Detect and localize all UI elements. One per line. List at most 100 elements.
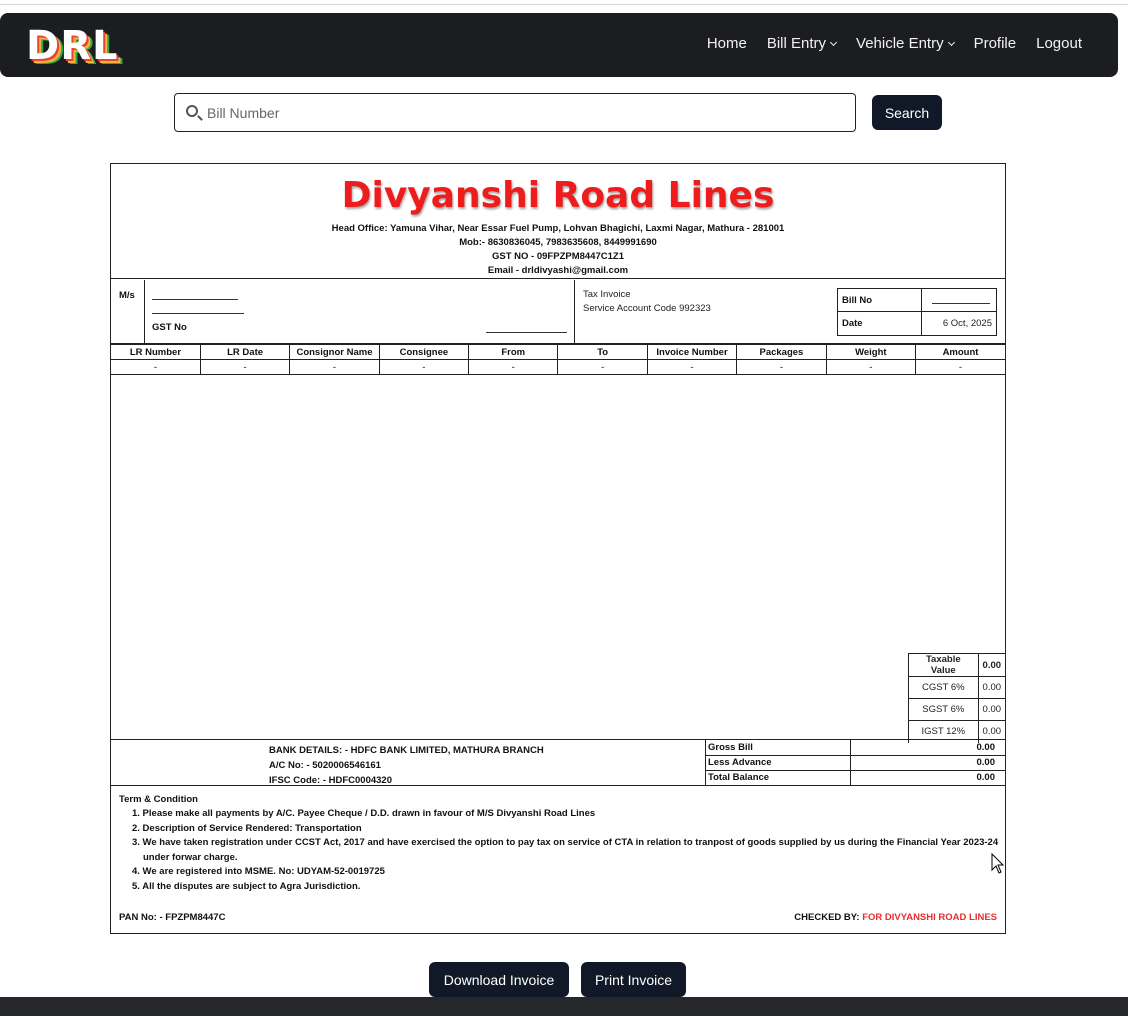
terms-title: Term & Condition bbox=[119, 794, 198, 805]
gross-bill-amount: 0.00 bbox=[849, 740, 1005, 756]
table-cell: - bbox=[736, 359, 827, 375]
bank-account-number: A/C No: - 5020006546161 bbox=[269, 760, 381, 771]
ms-column: M/s bbox=[111, 280, 145, 344]
chevron-down-icon bbox=[947, 38, 955, 47]
company-email: Email - drldivyashi@gmail.com bbox=[487, 265, 629, 276]
brand-logo[interactable]: DRL bbox=[26, 23, 119, 69]
table-cell: - bbox=[825, 359, 917, 375]
bank-details: BANK DETAILS: - HDFC BANK LIMITED, MATHU… bbox=[269, 743, 544, 788]
table-cell: - bbox=[646, 359, 738, 375]
nav-profile-link[interactable]: Profile bbox=[974, 35, 1017, 52]
party-name-line bbox=[152, 299, 238, 300]
nav-logout-link[interactable]: Logout bbox=[1036, 35, 1082, 52]
nav-links: Home Bill Entry Vehicle Entry Profile Lo… bbox=[707, 35, 1082, 52]
gross-bill-row: Gross Bill 0.00 bbox=[705, 740, 1005, 756]
party-address-line bbox=[152, 313, 244, 314]
table-header-row: LR Number LR Date Consignor Name Consign… bbox=[111, 344, 1005, 360]
navbar: DRL Home Bill Entry Vehicle Entry Profil… bbox=[0, 13, 1118, 77]
column-header: Consignor Name bbox=[289, 344, 380, 360]
cgst-label: CGST 6% bbox=[908, 676, 979, 699]
bank-ifsc-code: IFSC Code: - HDFC0004320 bbox=[269, 775, 393, 786]
party-gst-label: GST No bbox=[152, 322, 187, 333]
bill-no-line bbox=[932, 303, 990, 304]
mobile-numbers: Mob:- 8630836045, 7983635608, 8449991690 bbox=[459, 237, 657, 248]
bank-and-totals: BANK DETAILS: - HDFC BANK LIMITED, MATHU… bbox=[111, 739, 1005, 786]
gst-number: GST NO - 09FPZPM8447C1Z1 bbox=[492, 251, 624, 262]
column-header: Invoice Number bbox=[646, 344, 738, 360]
table-cell: - bbox=[111, 359, 201, 375]
party-details: GST No bbox=[145, 280, 575, 344]
bank-name: BANK DETAILS: - HDFC BANK LIMITED, MATHU… bbox=[269, 745, 544, 756]
total-balance-label: Total Balance bbox=[705, 769, 851, 785]
column-header: Amount bbox=[915, 344, 1005, 360]
print-invoice-button[interactable]: Print Invoice bbox=[581, 962, 686, 997]
mouse-cursor-icon bbox=[991, 853, 1005, 874]
column-header: Consignee bbox=[378, 344, 470, 360]
date-value: 6 Oct, 2025 bbox=[942, 318, 992, 329]
invoice-document: Divyanshi Road Lines Head Office: Yamuna… bbox=[110, 163, 1006, 934]
terms-item: 5. All the disputes are subject to Agra … bbox=[132, 880, 361, 892]
checked-by: CHECKED BY: FOR DIVYANSHI ROAD LINES bbox=[794, 912, 997, 923]
totals-table: Gross Bill 0.00 Less Advance 0.00 Total … bbox=[705, 740, 1005, 785]
lr-items-table: LR Number LR Date Consignor Name Consign… bbox=[111, 344, 1005, 375]
tax-invoice-label: Tax Invoice bbox=[583, 289, 631, 300]
terms-item: 4. We are registered into MSME. No: UDYA… bbox=[132, 866, 385, 877]
taxable-value-amount: 0.00 bbox=[977, 653, 1005, 677]
terms-item: 2. Description of Service Rendered: Tran… bbox=[132, 822, 362, 834]
table-cell: - bbox=[199, 359, 291, 375]
less-advance-amount: 0.00 bbox=[849, 754, 1005, 771]
total-balance-row: Total Balance 0.00 bbox=[705, 769, 1005, 785]
head-office-address: Head Office: Yamuna Vihar, Near Essar Fu… bbox=[331, 223, 785, 234]
table-cell: - bbox=[468, 359, 559, 375]
terms-and-conditions: Term & Condition 1. Please make all paym… bbox=[119, 794, 999, 894]
tax-invoice-info: Tax Invoice Service Account Code 992323 bbox=[583, 288, 711, 316]
terms-list: 1. Please make all payments by A/C. Paye… bbox=[119, 807, 999, 894]
company-name: Divyanshi Road Lines bbox=[341, 175, 775, 216]
nav-bill-entry-dropdown[interactable]: Bill Entry bbox=[767, 35, 838, 52]
column-header: LR Number bbox=[111, 344, 201, 360]
cgst-amount: 0.00 bbox=[977, 676, 1005, 699]
sgst-label: SGST 6% bbox=[908, 698, 979, 721]
nav-home-link[interactable]: Home bbox=[707, 35, 747, 52]
service-account-code: Service Account Code 992323 bbox=[583, 303, 711, 314]
table-cell: - bbox=[915, 359, 1005, 375]
column-header: LR Date bbox=[199, 344, 291, 360]
sgst-amount: 0.00 bbox=[977, 698, 1005, 721]
bill-no-row: Bill No bbox=[838, 289, 996, 312]
footer-bar bbox=[0, 997, 1128, 1016]
table-cell: - bbox=[378, 359, 470, 375]
nav-vehicle-entry-label: Vehicle Entry bbox=[856, 35, 944, 52]
date-row: Date 6 Oct, 2025 bbox=[838, 312, 996, 335]
chevron-down-icon bbox=[829, 38, 838, 47]
gross-bill-label: Gross Bill bbox=[705, 740, 851, 756]
column-header: To bbox=[557, 344, 648, 360]
terms-item: 3. We have taken registration under CCST… bbox=[132, 837, 999, 863]
terms-item: 1. Please make all payments by A/C. Paye… bbox=[132, 808, 596, 819]
less-advance-row: Less Advance 0.00 bbox=[705, 754, 1005, 771]
invoice-party-info: M/s GST No Tax Invoice Service Account C… bbox=[111, 280, 1005, 344]
search-field bbox=[174, 93, 856, 132]
search-icon bbox=[186, 105, 198, 117]
table-cell: - bbox=[557, 359, 648, 375]
date-label: Date bbox=[842, 318, 863, 329]
ms-label: M/s bbox=[119, 290, 135, 301]
table-cell: - bbox=[289, 359, 380, 375]
column-header: Packages bbox=[736, 344, 827, 360]
tax-summary-table: Taxable Value 0.00 CGST 6% 0.00 SGST 6% … bbox=[908, 653, 1005, 743]
table-row: - - - - - - - - - - bbox=[111, 359, 1005, 375]
bill-info-box: Bill No Date 6 Oct, 2025 bbox=[837, 288, 997, 336]
cgst-row: CGST 6% 0.00 bbox=[908, 676, 1005, 699]
top-divider bbox=[0, 4, 1128, 5]
less-advance-label: Less Advance bbox=[705, 754, 851, 771]
download-invoice-button[interactable]: Download Invoice bbox=[429, 962, 569, 997]
nav-vehicle-entry-dropdown[interactable]: Vehicle Entry bbox=[856, 35, 955, 52]
checked-by-company: FOR DIVYANSHI ROAD LINES bbox=[862, 912, 997, 923]
sgst-row: SGST 6% 0.00 bbox=[908, 698, 1005, 721]
taxable-value-row: Taxable Value 0.00 bbox=[908, 653, 1005, 677]
bill-number-input[interactable] bbox=[207, 102, 847, 124]
taxable-value-label: Taxable Value bbox=[908, 653, 979, 677]
search-button[interactable]: Search bbox=[872, 95, 942, 130]
checked-by-label: CHECKED BY: bbox=[794, 912, 860, 923]
total-balance-amount: 0.00 bbox=[849, 769, 1005, 785]
pan-number: PAN No: - FPZPM8447C bbox=[119, 912, 226, 923]
